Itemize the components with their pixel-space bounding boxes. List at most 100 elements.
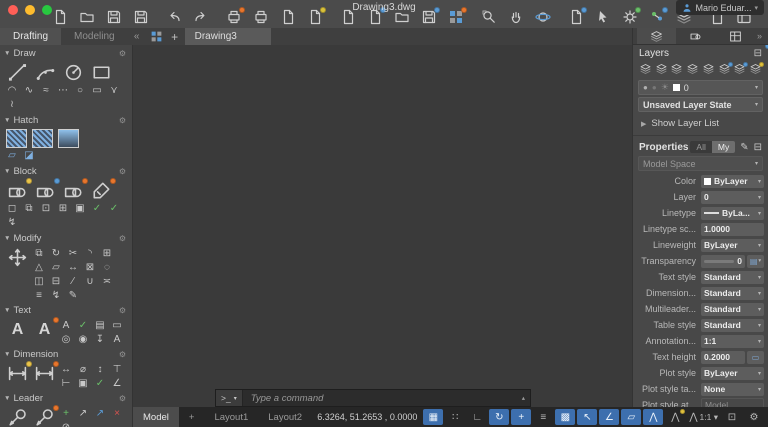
section-settings-icon[interactable]: ⚙ [119,306,128,315]
layer-bulb-icon[interactable]: ● [652,83,657,92]
section-settings-icon[interactable]: ⚙ [119,116,128,125]
object-snap-tracking-icon[interactable]: + [511,409,532,425]
multileader-icon[interactable] [6,407,29,427]
leader-style-icon[interactable]: ⊘ [60,422,72,427]
diameter-dimension-icon[interactable]: ⌀ [77,364,89,376]
tab-layout1[interactable]: Layout1 [204,407,258,427]
space-dropdown[interactable]: Model Space ▾ [638,156,763,171]
polar-tracking-icon[interactable]: ↻ [489,409,510,425]
edit-text-icon[interactable]: A [33,317,59,340]
layer-find-icon[interactable] [702,63,715,75]
dimension-check-icon[interactable]: ✓ [94,378,106,390]
property-dropdown[interactable]: ByLayer ▾ [701,174,764,188]
align-icon[interactable]: ≡ [33,290,45,302]
command-input[interactable]: Type a command [243,393,517,404]
fillet-icon[interactable]: ◝ [84,248,96,260]
annotation-autoscale-icon[interactable]: ⋀ [665,409,686,425]
property-dropdown[interactable]: Standard ▾ [701,286,764,300]
linear-dimension-icon[interactable]: ↔ [60,364,72,376]
revision-cloud-icon[interactable]: ≀ [6,99,18,111]
chevron-down-icon[interactable]: ▼ [4,168,10,175]
add-leader-icon[interactable]: + [60,408,72,420]
blocks-tab-tab[interactable] [676,28,715,44]
arc-3-point-icon[interactable]: ◠ [6,85,18,97]
settings-gear-icon[interactable]: ⚙ [744,409,764,425]
property-dropdown[interactable]: None ▾ [701,382,764,396]
pdf-export-icon[interactable]: A [111,334,123,346]
layer-stack-icon[interactable] [670,63,683,75]
dynamic-input-icon[interactable]: ∠ [599,409,620,425]
tab-layout2[interactable]: Layout2 [258,407,312,427]
ray-icon[interactable]: ⋎ [108,85,120,97]
annotation-visibility-icon[interactable]: ⋀ [643,409,664,425]
layer-on-icon[interactable]: ● [643,83,648,92]
lineweight-display-icon[interactable]: ≡ [533,409,553,425]
polyline-icon[interactable]: ⋯ [57,85,69,97]
lengthen-icon[interactable]: ⊠ [84,262,96,274]
property-dropdown[interactable]: Standard ▾ [701,318,764,332]
collect-leader-icon[interactable]: ↗ [94,408,106,420]
block-table-icon[interactable]: ⊞ [57,203,69,215]
gradient-icon[interactable] [58,129,79,148]
array-icon[interactable]: ⊞ [101,248,113,260]
section-settings-icon[interactable]: ⚙ [119,49,128,58]
attribute-sync-icon[interactable]: ✓ [91,203,103,215]
layout-grid-icon[interactable] [150,30,163,43]
section-settings-icon[interactable]: ⚙ [119,234,128,243]
chevron-down-icon[interactable]: ▾ [755,84,758,91]
snap-mode-icon[interactable]: ∷ [445,409,465,425]
transparency-mode-button[interactable]: ▤ ▾ [747,254,764,268]
edit-polyline-icon[interactable]: ▱ [50,262,62,274]
command-expand-icon[interactable]: ▴ [517,394,530,402]
property-dropdown[interactable]: ByLa... ▾ [701,206,764,220]
ortho-mode-icon[interactable]: ∟ [467,409,487,425]
edit-attribute-icon[interactable] [90,178,116,201]
new-layout-button[interactable]: + [179,407,205,427]
property-dropdown[interactable]: ByLayer ▾ [701,366,764,380]
overflow-chevron-icon[interactable]: » [755,31,764,41]
break-icon[interactable]: ∕ [67,276,79,288]
baseline-dimension-icon[interactable]: ⊢ [60,378,72,390]
edit-hatch-icon[interactable]: ✎ [67,290,79,302]
chevron-down-icon[interactable]: ▼ [4,307,10,314]
ellipse-icon[interactable]: ○ [74,85,86,97]
current-layer-row[interactable]: ● ● ☀ 0 ▾ [638,80,763,95]
grid-display-icon[interactable]: ▦ [423,409,444,425]
layer-freeze-icon[interactable] [718,62,733,75]
object-snap-icon[interactable]: ▩ [555,409,576,425]
stretch-icon[interactable]: ↔ [67,262,79,274]
layer-sun-icon[interactable]: ☀ [661,82,669,93]
spell-check-icon[interactable]: ✓ [77,320,89,332]
layer-edit-icon[interactable] [686,63,699,75]
edit-multileader-icon[interactable] [33,405,59,427]
mtext-icon[interactable]: A [6,319,29,340]
multiline-icon[interactable]: ≈ [40,85,52,97]
blend-icon[interactable]: ◌ [101,262,113,274]
hatch-icon[interactable] [6,129,27,148]
property-input[interactable]: 1.0000 [701,222,764,236]
property-dropdown[interactable]: 0 ▾ [701,190,764,204]
transparency-slider[interactable] [704,259,735,263]
section-settings-icon[interactable]: ⚙ [119,350,128,359]
hatch-boundary-icon[interactable]: ▱ [6,150,18,162]
move-icon[interactable] [6,247,29,268]
property-dropdown[interactable]: Standard ▾ [701,302,764,316]
block-replace-icon[interactable]: ⊡ [40,203,52,215]
chevron-down-icon[interactable]: ▼ [4,50,10,57]
new-drawing-tab-button[interactable]: + [167,28,183,45]
spline-icon[interactable]: ∿ [23,85,35,97]
edit-properties-icon[interactable]: ✎ [740,142,748,153]
property-input-icon[interactable]: 0.2000 [701,350,745,364]
new-layer-icon[interactable] [639,63,652,75]
dimension-style-icon[interactable]: ▣ [77,378,89,390]
insert-block-icon[interactable] [34,178,60,201]
layer-color-swatch[interactable] [672,84,680,91]
property-dropdown[interactable]: ByLayer ▾ [701,238,764,252]
dimension-space-icon[interactable]: ↕ [94,364,106,376]
layers-tab-tab[interactable] [637,28,677,44]
attribute-icon[interactable]: ◻ [6,203,18,215]
filter-all-button[interactable]: All [690,141,711,153]
scale-icon[interactable]: △ [33,262,45,274]
remove-leader-icon[interactable]: × [111,408,123,420]
file-tab-drawing3[interactable]: Drawing3 [184,28,271,45]
